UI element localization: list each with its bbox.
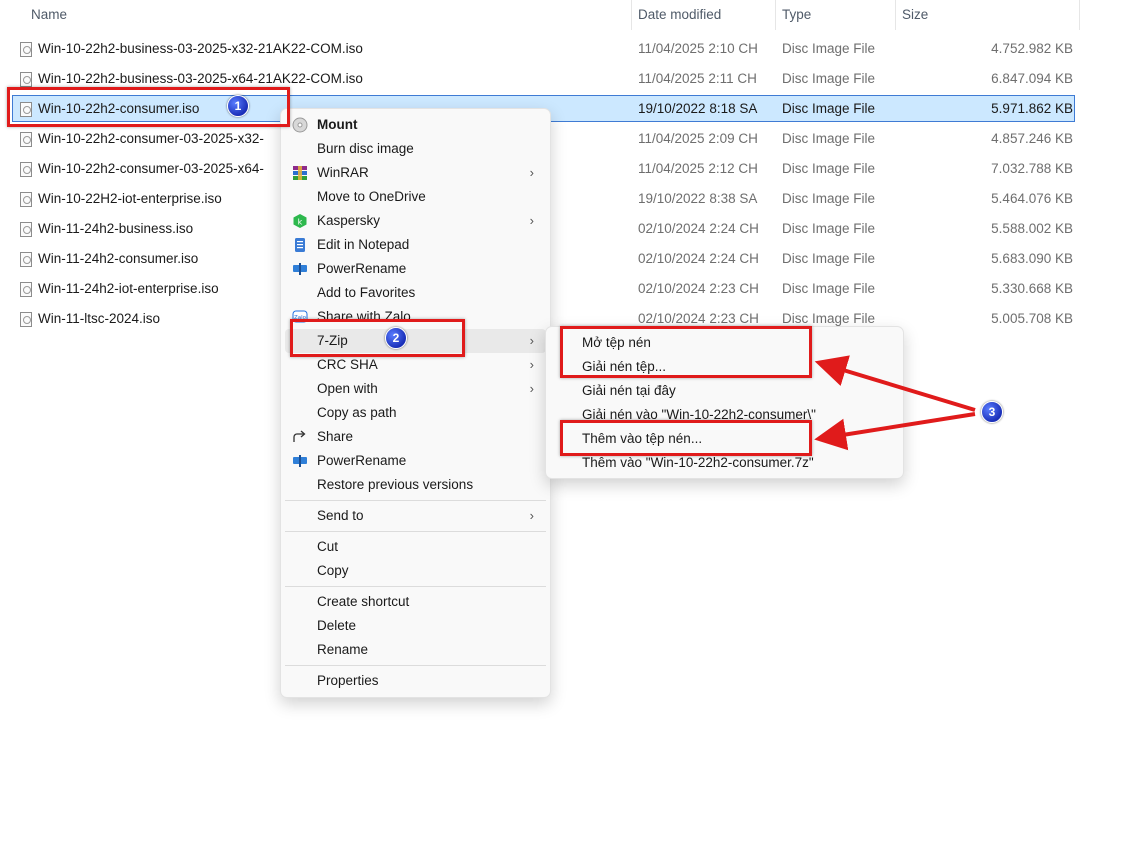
arrow-to-add-archive [814, 412, 976, 451]
arrow-to-extract-options [814, 355, 976, 412]
annotation-arrows [814, 355, 976, 451]
